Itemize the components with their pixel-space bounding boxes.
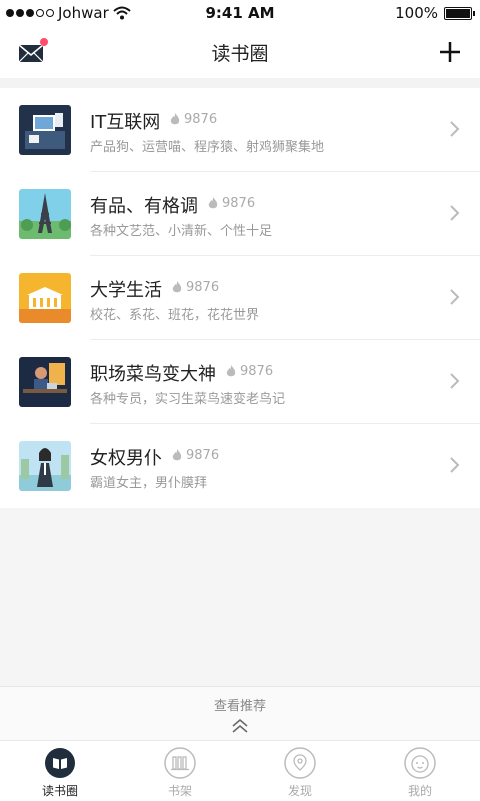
tab-bookshelf[interactable]: 书架 (140, 747, 220, 799)
item-title: 女权男仆 (90, 448, 162, 469)
campus-thumbnail-image (19, 273, 71, 323)
heat-count: 9876 (222, 196, 256, 211)
battery-percent: 100% (395, 4, 438, 22)
nav-bar: 读书圈 (0, 26, 480, 78)
add-icon[interactable] (438, 40, 462, 64)
heat-count: 9876 (184, 112, 218, 127)
office-worker-thumbnail-image (19, 357, 71, 407)
tab-label: 书架 (167, 784, 192, 798)
item-title: 大学生活 (90, 280, 162, 301)
item-heat: 9876 (226, 364, 273, 379)
item-subtitle: 霸道女主，男仆膜拜 (90, 476, 208, 491)
flame-icon (226, 365, 236, 377)
status-bar: Johwar 9:41 AM 100% (0, 0, 480, 26)
list-item[interactable]: 大学生活 9876 校花、系花、班花，花花世界 (0, 256, 480, 340)
book-icon (45, 748, 75, 778)
item-heat: 9876 (170, 112, 217, 127)
list-item[interactable]: 女权男仆 9876 霸道女主，男仆膜拜 (0, 424, 480, 508)
woman-thumbnail-image (19, 441, 71, 491)
item-subtitle: 各种专员，实习生菜鸟速变老鸟记 (90, 392, 286, 407)
flame-icon (172, 281, 182, 293)
it-thumbnail-image (19, 105, 71, 155)
tab-bar: 读书圈 书架 发现 我的 (0, 740, 480, 801)
list-item[interactable]: 职场菜鸟变大神 9876 各种专员，实习生菜鸟速变老鸟记 (0, 340, 480, 424)
item-title: IT互联网 (90, 112, 161, 133)
chevron-right-icon (450, 289, 460, 305)
chevron-right-icon (450, 373, 460, 389)
view-recommend-label: 查看推荐 (213, 699, 266, 714)
page-title: 读书圈 (211, 43, 269, 65)
tab-discover[interactable]: 发现 (260, 747, 340, 799)
flame-icon (172, 449, 182, 461)
list-item[interactable]: IT互联网 9876 产品狗、运营喵、程序猿、射鸡狮聚集地 (0, 88, 480, 172)
tab-label: 读书圈 (41, 784, 78, 798)
item-heat: 9876 (172, 280, 219, 295)
list-item[interactable]: 有品、有格调 9876 各种文艺范、小清新、个性十足 (0, 172, 480, 256)
bookshelf-icon (164, 747, 196, 779)
status-right: 100% (395, 4, 475, 22)
chevron-right-icon (450, 457, 460, 473)
item-title: 职场菜鸟变大神 (90, 364, 216, 385)
item-title: 有品、有格调 (90, 196, 198, 217)
battery-icon (444, 6, 475, 20)
tab-label: 我的 (407, 784, 432, 798)
view-recommend-bar[interactable]: 查看推荐 (0, 686, 480, 741)
heat-count: 9876 (186, 280, 220, 295)
chevron-right-icon (450, 121, 460, 137)
chevron-right-icon (450, 205, 460, 221)
item-heat: 9876 (172, 448, 219, 463)
item-subtitle: 产品狗、运营喵、程序猿、射鸡狮聚集地 (90, 140, 325, 155)
flame-icon (208, 197, 218, 209)
circle-list: IT互联网 9876 产品狗、运营喵、程序猿、射鸡狮聚集地 有品、有格调 987… (0, 88, 480, 508)
item-subtitle: 校花、系花、班花，花花世界 (90, 308, 260, 323)
heat-count: 9876 (186, 448, 220, 463)
section-divider (0, 78, 480, 88)
tab-label: 发现 (287, 784, 312, 798)
map-pin-icon (284, 747, 316, 779)
item-subtitle: 各种文艺范、小清新、个性十足 (90, 224, 273, 239)
heat-count: 9876 (240, 364, 274, 379)
eiffel-tower-thumbnail-image (19, 189, 71, 239)
tab-reading-circle[interactable]: 读书圈 (20, 747, 100, 799)
flame-icon (170, 113, 180, 125)
tab-mine[interactable]: 我的 (380, 747, 460, 799)
double-chevron-up-icon[interactable] (231, 717, 249, 735)
item-heat: 9876 (208, 196, 255, 211)
face-icon (404, 747, 436, 779)
